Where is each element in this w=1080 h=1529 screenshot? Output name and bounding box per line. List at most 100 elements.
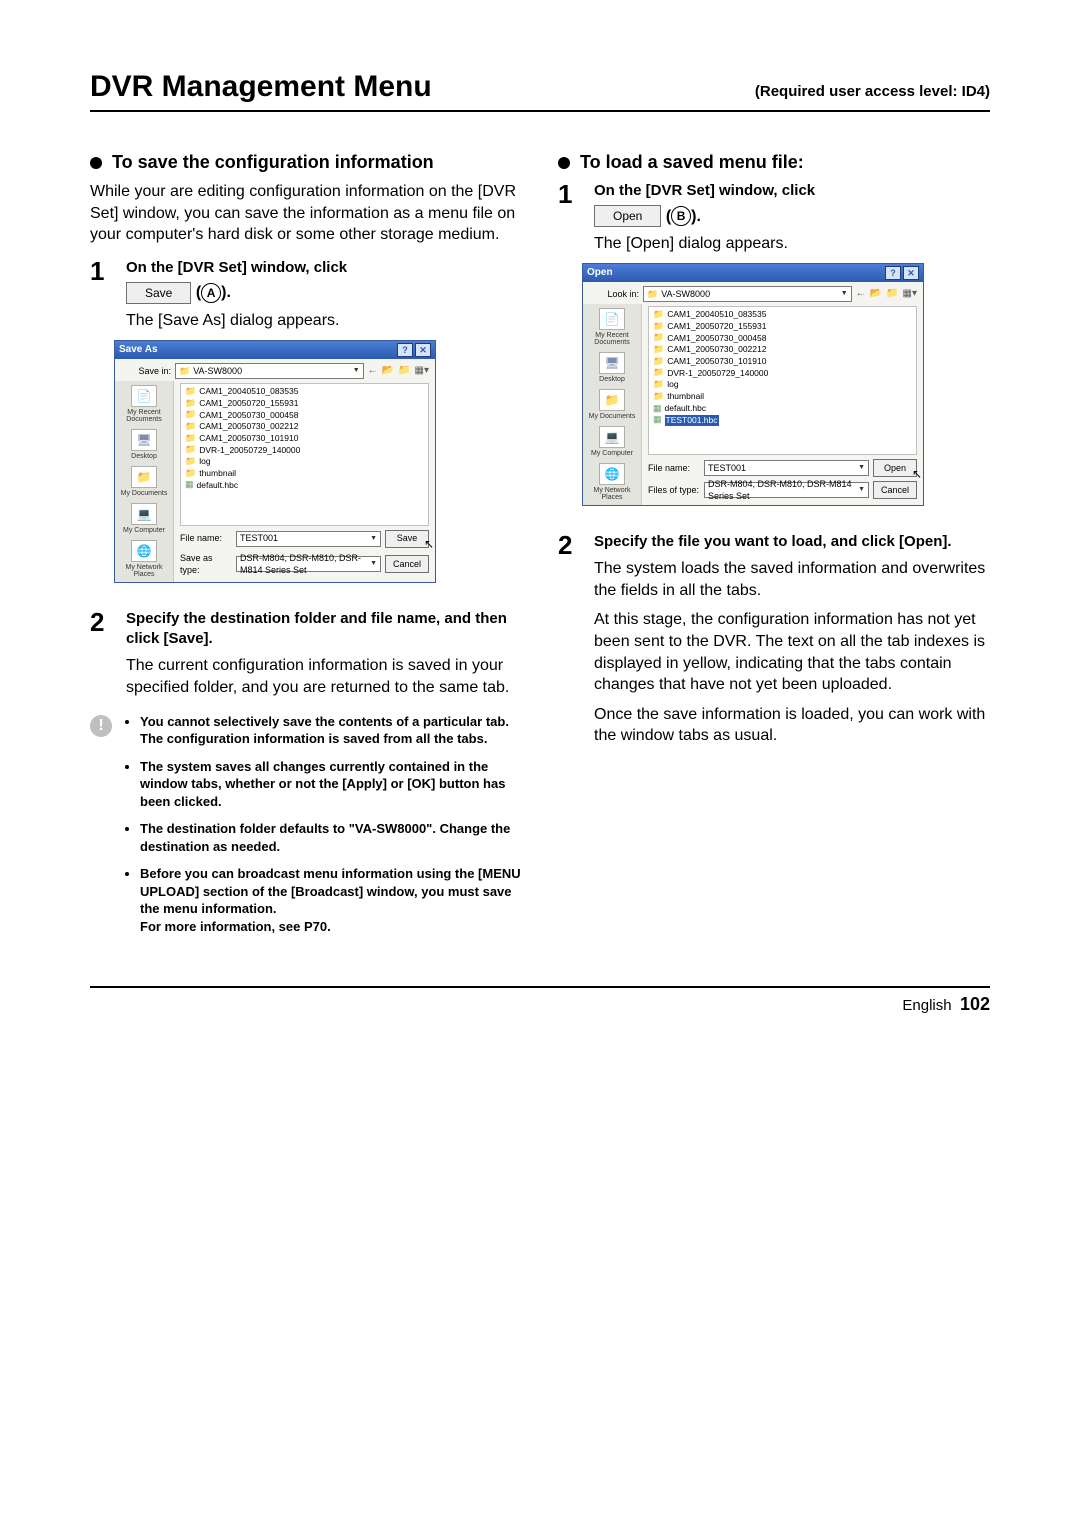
- warning-item: The destination folder defaults to "VA-S…: [140, 820, 522, 855]
- cursor-icon: ↖: [912, 466, 922, 482]
- file-icon: ▦: [653, 414, 662, 426]
- help-icon[interactable]: ?: [397, 343, 413, 357]
- step-number: 2: [558, 532, 582, 747]
- place-mydocs[interactable]: 📁My Documents: [121, 466, 168, 497]
- savein-dropdown[interactable]: 📁VA-SW8000 ▼: [175, 363, 364, 379]
- type-field[interactable]: DSR-M804, DSR-M810, DSR-M814 Series Set▼: [704, 482, 869, 498]
- folder-icon: 📁: [653, 332, 664, 344]
- folder-icon: 📁: [185, 398, 196, 410]
- dialog-open-button[interactable]: Open↖: [873, 459, 917, 477]
- folder-icon: 📁: [185, 421, 196, 433]
- load-step-1: 1 On the [DVR Set] window, click Open (B…: [558, 181, 990, 518]
- circle-a-icon: A: [201, 283, 221, 303]
- chevron-down-icon: ▼: [353, 366, 360, 375]
- places-sidebar: 📄My Recent Documents 🖥Desktop 📁My Docume…: [115, 381, 174, 582]
- save-step-1: 1 On the [DVR Set] window, click Save (A…: [90, 258, 522, 595]
- back-icon[interactable]: ←: [856, 287, 866, 301]
- filename-label: File name:: [648, 462, 700, 474]
- folder-icon: 📁: [653, 379, 664, 391]
- toolbar-icons: ← 📂 📁 ▦▾: [856, 287, 917, 301]
- save-heading: To save the configuration information: [90, 152, 522, 173]
- page-number: 102: [960, 994, 990, 1014]
- folder-icon: 📁: [647, 289, 658, 299]
- save-step-2: 2 Specify the destination folder and fil…: [90, 609, 522, 699]
- warning-item: The system saves all changes currently c…: [140, 758, 522, 811]
- type-label: Save as type:: [180, 552, 232, 576]
- lookin-dropdown[interactable]: 📁VA-SW8000 ▼: [643, 286, 852, 302]
- open-button[interactable]: Open: [594, 205, 661, 227]
- folder-icon: 📁: [653, 356, 664, 368]
- circle-b-icon: B: [671, 206, 691, 226]
- folder-icon: 📁: [185, 409, 196, 421]
- dialog-titlebar: Open ? ✕: [583, 264, 923, 282]
- dialog-cancel-button[interactable]: Cancel: [873, 481, 917, 499]
- views-icon[interactable]: ▦▾: [415, 364, 429, 378]
- filename-field[interactable]: TEST001▼: [704, 460, 869, 476]
- save-as-dialog: Save As ? ✕ Save in: 📁VA-SW8000 ▼: [114, 340, 436, 583]
- page-header: DVR Management Menu (Required user acces…: [90, 70, 990, 112]
- warning-item: You cannot selectively save the contents…: [140, 713, 522, 748]
- toolbar-icons: ← 📂 📁 ▦▾: [368, 364, 429, 378]
- folder-icon: 📁: [185, 456, 196, 468]
- place-desktop[interactable]: 🖥Desktop: [599, 352, 625, 383]
- newfolder-icon[interactable]: 📁: [886, 287, 898, 301]
- help-icon[interactable]: ?: [885, 266, 901, 280]
- place-desktop[interactable]: 🖥Desktop: [131, 429, 157, 460]
- up-icon[interactable]: 📂: [870, 287, 882, 301]
- folder-icon: 📁: [185, 386, 196, 398]
- folder-icon: 📁: [653, 367, 664, 379]
- places-sidebar: 📄My Recent Documents 🖥Desktop 📁My Docume…: [583, 304, 642, 505]
- folder-icon: 📁: [185, 433, 196, 445]
- place-mydocs[interactable]: 📁My Documents: [589, 389, 636, 420]
- folder-icon: 📁: [653, 391, 664, 403]
- type-label: Files of type:: [648, 484, 700, 496]
- filename-field[interactable]: TEST001▼: [236, 531, 381, 547]
- place-network[interactable]: 🌐My Network Places: [583, 463, 641, 501]
- place-network[interactable]: 🌐My Network Places: [115, 540, 173, 578]
- chevron-down-icon: ▼: [370, 534, 377, 543]
- load-heading: To load a saved menu file:: [558, 152, 990, 173]
- place-recent[interactable]: 📄My Recent Documents: [583, 308, 641, 346]
- left-column: To save the configuration information Wh…: [90, 152, 522, 946]
- savein-label: Save in:: [121, 365, 171, 377]
- access-level: (Required user access level: ID4): [755, 83, 990, 100]
- page-footer: English 102: [90, 986, 990, 1015]
- folder-icon: 📁: [185, 468, 196, 480]
- folder-icon: 📁: [179, 366, 190, 376]
- save-button[interactable]: Save: [126, 282, 191, 304]
- file-list[interactable]: 📁CAM1_20040510_083535 📁CAM1_20050720_155…: [180, 383, 429, 526]
- warning-block: ! You cannot selectively save the conten…: [90, 713, 522, 946]
- type-field[interactable]: DSR-M804, DSR-M810, DSR-M814 Series Set▼: [236, 556, 381, 572]
- back-icon[interactable]: ←: [368, 364, 378, 378]
- load-step-2: 2 Specify the file you want to load, and…: [558, 532, 990, 747]
- close-icon[interactable]: ✕: [903, 266, 919, 280]
- bullet-icon: [558, 157, 570, 169]
- views-icon[interactable]: ▦▾: [903, 287, 917, 301]
- step-number: 2: [90, 609, 114, 699]
- folder-icon: 📁: [653, 344, 664, 356]
- place-recent[interactable]: 📄My Recent Documents: [115, 385, 173, 423]
- up-icon[interactable]: 📂: [382, 364, 394, 378]
- close-icon[interactable]: ✕: [415, 343, 431, 357]
- place-mycomp[interactable]: 💻My Computer: [123, 503, 165, 534]
- bullet-icon: [90, 157, 102, 169]
- dialog-save-button[interactable]: Save↖: [385, 530, 429, 548]
- save-intro: While your are editing configuration inf…: [90, 181, 522, 246]
- right-column: To load a saved menu file: 1 On the [DVR…: [558, 152, 990, 946]
- page-title: DVR Management Menu: [90, 70, 432, 104]
- warning-icon: !: [90, 715, 112, 737]
- folder-icon: 📁: [653, 321, 664, 333]
- chevron-down-icon: ▼: [858, 463, 865, 472]
- filename-label: File name:: [180, 532, 232, 544]
- lookin-label: Look in:: [589, 288, 639, 300]
- newfolder-icon[interactable]: 📁: [398, 364, 410, 378]
- dialog-cancel-button[interactable]: Cancel: [385, 555, 429, 573]
- file-list[interactable]: 📁CAM1_20040510_083535 📁CAM1_20050720_155…: [648, 306, 917, 455]
- step-number: 1: [90, 258, 114, 595]
- warning-item: Before you can broadcast menu informatio…: [140, 865, 522, 935]
- dialog-titlebar: Save As ? ✕: [115, 341, 435, 359]
- place-mycomp[interactable]: 💻My Computer: [591, 426, 633, 457]
- open-dialog: Open ? ✕ Look in: 📁VA-SW8000 ▼: [582, 263, 924, 506]
- file-icon: ▦: [185, 479, 194, 491]
- cursor-icon: ↖: [424, 536, 434, 552]
